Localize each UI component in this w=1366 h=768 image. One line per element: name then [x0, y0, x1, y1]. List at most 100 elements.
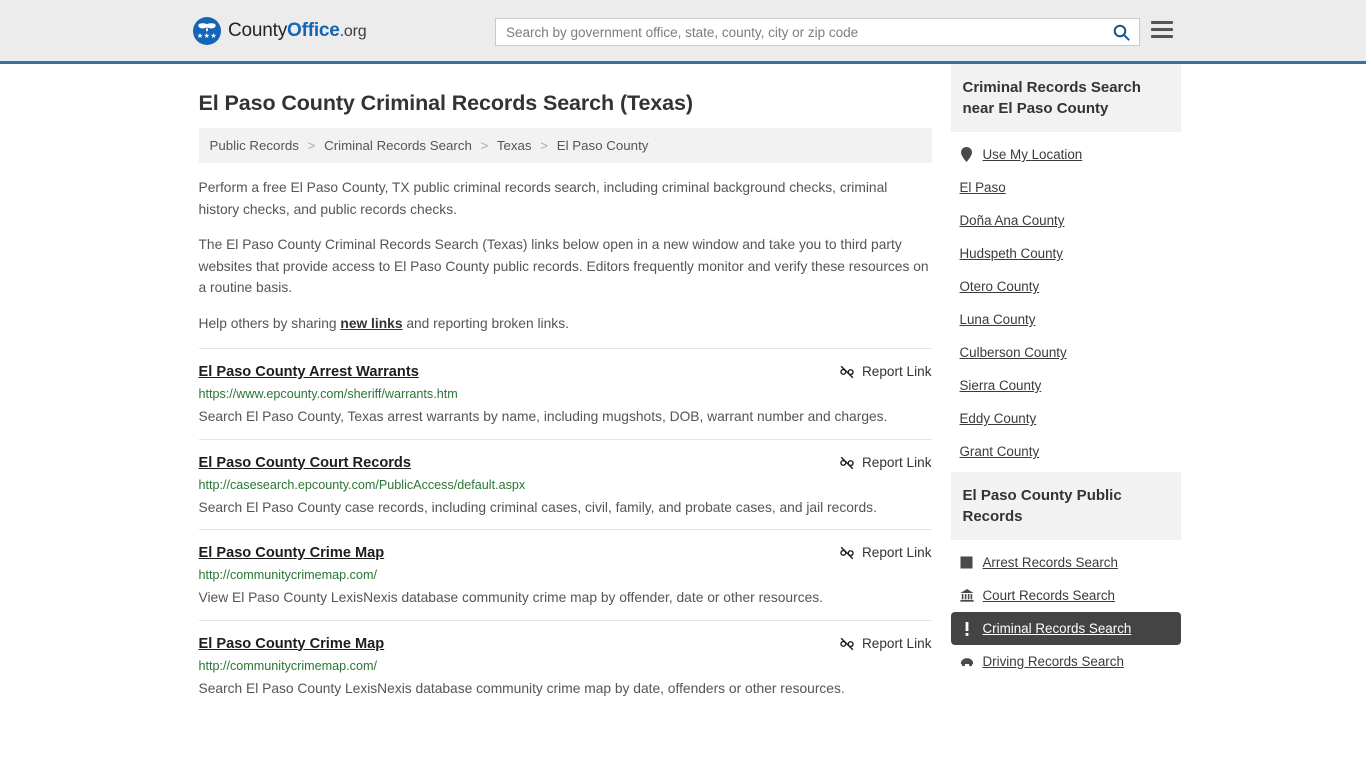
nearby-item-hudspeth-county[interactable]: Hudspeth County [951, 237, 1181, 270]
share-text-after: and reporting broken links. [402, 315, 569, 331]
public-records-item-label: Driving Records Search [982, 654, 1124, 669]
nearby-item-label: Hudspeth County [959, 246, 1063, 261]
nearby-item-el-paso[interactable]: El Paso [951, 171, 1181, 204]
eagle-seal-logo-icon: ★★★ [193, 16, 221, 45]
broken-link-icon [840, 456, 854, 469]
nearby-searches-panel: Criminal Records Search near El Paso Cou… [950, 64, 1181, 468]
result-title-link[interactable]: El Paso County Crime Map [199, 634, 385, 654]
public-records-item-label: Criminal Records Search [982, 621, 1132, 636]
nearby-item-label: Eddy County [959, 411, 1037, 426]
public-records-item-label: Arrest Records Search [982, 555, 1118, 570]
result-item: El Paso County Court Records Report Link h… [198, 438, 932, 530]
nearby-item-otero-county[interactable]: Otero County [951, 270, 1181, 303]
result-item: El Paso County Crime Map Report Link http:… [198, 529, 932, 620]
search-bar [495, 18, 1140, 46]
intro-paragraph-2: The El Paso County Criminal Records Sear… [198, 237, 929, 295]
public-records-heading: El Paso County Public Records [950, 472, 1181, 540]
search-button[interactable] [1103, 19, 1139, 45]
hamburger-menu-icon[interactable] [1151, 21, 1173, 38]
result-title-link[interactable]: El Paso County Crime Map [199, 543, 385, 563]
courthouse-icon [959, 589, 974, 602]
public-records-list: Arrest Records Search Court Records Searc… [950, 540, 1181, 678]
search-input[interactable] [496, 19, 1103, 45]
fingerprint-icon [960, 556, 974, 569]
report-link-button[interactable]: Report Link [839, 453, 932, 472]
car-icon [960, 656, 974, 667]
brand-wordmark: CountyOffice.org [228, 19, 367, 42]
hamburger-bar [1151, 35, 1173, 38]
nearby-searches-list: Use My Location El Paso Doña Ana County Hud… [951, 132, 1181, 468]
intro-paragraph-1: Perform a free El Paso County, TX public… [198, 180, 888, 217]
nearby-item-do-a-ana-county[interactable]: Doña Ana County [951, 204, 1181, 237]
stars-icon: ★★★ [196, 33, 218, 40]
nearby-searches-heading: Criminal Records Search near El Paso Cou… [950, 64, 1181, 132]
nearby-item-label: Culberson County [959, 345, 1067, 360]
main-column: El Paso County Criminal Records Search (… [198, 64, 932, 711]
public-records-item-label: Court Records Search [982, 588, 1115, 603]
result-item: El Paso County Crime Map Report Link http:… [198, 619, 932, 711]
public-records-item-driving-records-search[interactable]: Driving Records Search [951, 645, 1181, 678]
nearby-item-grant-county[interactable]: Grant County [951, 435, 1181, 468]
brand-part-tld: .org [339, 22, 367, 40]
nearby-item-luna-county[interactable]: Luna County [951, 303, 1181, 336]
hamburger-bar [1151, 21, 1173, 24]
broken-link-icon [840, 637, 854, 650]
public-records-item-court-records-search[interactable]: Court Records Search [951, 579, 1181, 612]
report-link-button[interactable]: Report Link [839, 543, 932, 562]
nearby-item-label: Luna County [959, 312, 1036, 327]
search-icon [1113, 24, 1130, 41]
nearby-item-use-my-location[interactable]: Use My Location [951, 138, 1181, 171]
nearby-item-label: Grant County [959, 444, 1040, 459]
page-title: El Paso County Criminal Records Search (… [198, 91, 694, 115]
site-logo-link[interactable]: ★★★ CountyOffice.org [193, 16, 367, 45]
breadcrumb-separator: > [480, 138, 489, 153]
nearby-item-label: Doña Ana County [959, 213, 1065, 228]
brand-part-county: County [228, 19, 288, 41]
car-icon [960, 658, 973, 667]
result-url[interactable]: http://casesearch.epcounty.com/PublicAcc… [199, 477, 932, 494]
nearby-item-label: El Paso [959, 180, 1006, 195]
report-link-button[interactable]: Report Link [839, 634, 932, 653]
results-list: El Paso County Arrest Warrants Report Lin… [198, 348, 932, 711]
breadcrumb-separator: > [540, 138, 549, 153]
result-url[interactable]: https://www.epcounty.com/sheriff/warrant… [199, 386, 932, 403]
result-header: El Paso County Arrest Warrants Report Lin… [199, 362, 932, 382]
breadcrumb-item-public-records[interactable]: Public Records [210, 138, 299, 153]
public-records-panel: El Paso County Public Records Arrest Rec… [950, 472, 1181, 678]
report-link-button[interactable]: Report Link [839, 362, 932, 381]
public-records-item-arrest-records-search[interactable]: Arrest Records Search [951, 546, 1181, 579]
nearby-item-label: Use My Location [982, 147, 1083, 162]
result-description: Search El Paso County case records, incl… [198, 499, 877, 515]
exclamation-icon [960, 621, 974, 636]
nearby-item-eddy-county[interactable]: Eddy County [951, 402, 1181, 435]
nearby-item-culberson-county[interactable]: Culberson County [951, 336, 1181, 369]
result-title-link[interactable]: El Paso County Court Records [199, 453, 411, 473]
broken-link-icon [840, 365, 854, 379]
result-url[interactable]: http://communitycrimemap.com/ [199, 567, 932, 584]
courthouse-icon [959, 589, 974, 602]
breadcrumb-item-criminal-records-search[interactable]: Criminal Records Search [324, 138, 472, 153]
nearby-item-sierra-county[interactable]: Sierra County [951, 369, 1181, 402]
breadcrumb-item-texas[interactable]: Texas [497, 138, 532, 153]
map-pin-icon [960, 147, 974, 162]
fingerprint-icon [960, 556, 973, 569]
result-description: Search El Paso County, Texas arrest warr… [198, 409, 888, 424]
page-body: El Paso County Criminal Records Search (… [0, 64, 1366, 710]
result-url[interactable]: http://communitycrimemap.com/ [199, 658, 932, 675]
breadcrumb: Public Records > Criminal Records Search… [198, 128, 932, 163]
nearby-item-label: Otero County [959, 279, 1040, 294]
result-title-link[interactable]: El Paso County Arrest Warrants [199, 362, 419, 382]
report-link-label: Report Link [861, 635, 932, 651]
broken-link-icon [840, 546, 854, 560]
exclamation-icon [965, 621, 968, 636]
new-links-link[interactable]: new links [340, 316, 402, 331]
sidebar: Criminal Records Search near El Paso Cou… [950, 64, 1181, 682]
site-header: ★★★ CountyOffice.org [0, 0, 1366, 64]
result-description: View El Paso County LexisNexis database … [198, 590, 824, 605]
public-records-item-criminal-records-search[interactable]: Criminal Records Search [950, 612, 1181, 645]
result-header: El Paso County Court Records Report Link [199, 453, 932, 473]
result-item: El Paso County Arrest Warrants Report Lin… [198, 348, 932, 439]
report-link-label: Report Link [861, 454, 932, 470]
map-pin-icon [961, 147, 972, 162]
result-description: Search El Paso County LexisNexis databas… [198, 680, 845, 696]
